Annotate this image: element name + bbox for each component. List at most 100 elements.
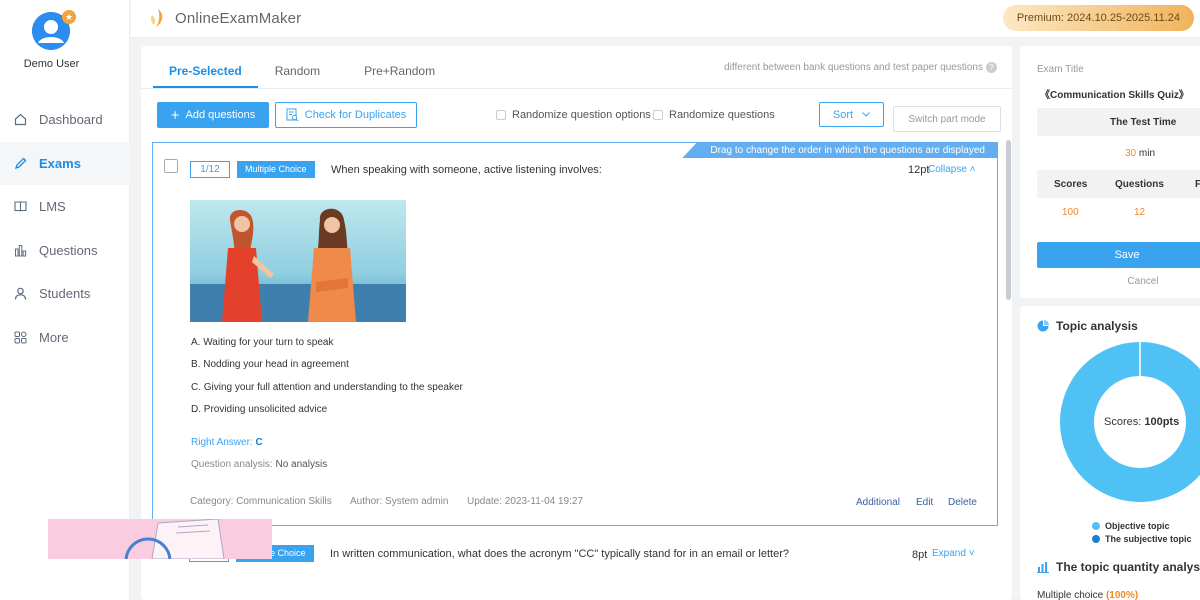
diff-note[interactable]: different between bank questions and tes… [724, 62, 997, 73]
document-search-icon [286, 108, 299, 122]
option-a: A. Waiting for your turn to speak [191, 337, 334, 348]
book-icon [13, 200, 27, 214]
randomize-options-checkbox[interactable]: Randomize question options [496, 109, 651, 121]
option-d: D. Providing unsolicited advice [191, 404, 328, 415]
scores-header-row: Scores Questions F [1037, 170, 1200, 198]
sidebar-item-label: More [39, 329, 69, 345]
legend-objective[interactable]: Objective topic [1092, 521, 1170, 531]
question-panel: Pre-Selected Random Pre+Random different… [141, 46, 1012, 600]
home-icon [13, 113, 27, 127]
option-c: C. Giving your full attention and unders… [191, 382, 463, 393]
diff-note-text: different between bank questions and tes… [724, 62, 983, 73]
legend-subjective[interactable]: The subjective topic [1092, 534, 1192, 544]
add-questions-button[interactable]: + Add questions [157, 102, 269, 128]
question-analysis: Question analysis: No analysis [191, 459, 327, 470]
exam-title-label: Exam Title [1037, 64, 1084, 75]
topic-analysis-label: Topic analysis [1056, 319, 1138, 333]
sidebar-item-dashboard[interactable]: Dashboard [0, 98, 130, 142]
save-button[interactable]: Save [1037, 242, 1200, 268]
question-text: When speaking with someone, active liste… [331, 164, 602, 176]
legend-objective-label: Objective topic [1105, 521, 1170, 531]
sidebar-item-students[interactable]: Students [0, 272, 130, 316]
scrollbar[interactable] [1006, 140, 1011, 300]
legend-subjective-label: The subjective topic [1105, 534, 1192, 544]
check-duplicates-label: Check for Duplicates [304, 109, 407, 121]
sidebar: ★ Demo User Dashboard Exams LMS Question… [0, 0, 130, 600]
checkbox-box[interactable] [653, 110, 663, 120]
bar-chart-icon [1037, 561, 1049, 573]
right-answer: Right Answer: C [191, 437, 263, 448]
extra-header: F [1195, 179, 1200, 190]
app-name: OnlineExamMaker [175, 9, 302, 27]
analysis-panel: Topic analysis Scores: 100pts Objective … [1020, 306, 1200, 600]
question-select-checkbox[interactable] [164, 159, 178, 173]
tab-pre-random[interactable]: Pre+Random [348, 46, 451, 88]
randomize-questions-checkbox[interactable]: Randomize questions [653, 109, 775, 121]
expand-label: Expand [932, 548, 966, 559]
help-icon[interactable]: ? [986, 62, 997, 73]
sidebar-item-label: LMS [39, 199, 66, 215]
tab-pre-selected[interactable]: Pre-Selected [153, 46, 258, 88]
question-update: Update: 2023-11-04 19:27 [467, 496, 584, 507]
add-questions-label: Add questions [185, 109, 256, 121]
scores-value: 100 [1062, 207, 1079, 218]
tab-random[interactable]: Random [258, 46, 348, 88]
avatar[interactable]: ★ [32, 10, 76, 52]
checkbox-box[interactable] [496, 110, 506, 120]
drag-hint-banner: Drag to change the order in which the qu… [682, 143, 997, 158]
bar-chart-icon [13, 243, 27, 257]
check-duplicates-button[interactable]: Check for Duplicates [275, 102, 417, 128]
sidebar-nav: Dashboard Exams LMS Questions Students M… [0, 98, 130, 359]
test-time-header: The Test Time [1037, 108, 1200, 136]
sidebar-item-label: Exams [39, 155, 81, 171]
sidebar-item-label: Questions [39, 242, 98, 258]
delete-link[interactable]: Delete [948, 497, 977, 508]
additional-link[interactable]: Additional [856, 497, 900, 508]
questions-value: 12 [1134, 207, 1146, 218]
multiple-choice-pct: (100%) [1105, 590, 1139, 600]
user-name: Demo User [23, 58, 80, 70]
sidebar-item-exams[interactable]: Exams [0, 141, 130, 185]
right-answer-label: Right Answer: [191, 437, 253, 448]
premium-badge[interactable]: Premium: 2024.10.25-2025.11.24 [1002, 5, 1194, 31]
question-author: Author: System admin [350, 496, 449, 507]
sidebar-item-label: Students [39, 286, 91, 302]
donut-center-label: Scores: 100pts [1104, 416, 1179, 428]
multiple-choice-stat: Multiple choice (100%) [1037, 590, 1138, 600]
exam-title: 《Communication Skills Quiz》 [1040, 90, 1189, 101]
test-time-value: 30 min [1125, 148, 1155, 159]
tabs: Pre-Selected Random Pre+Random [153, 46, 451, 88]
sidebar-item-lms[interactable]: LMS [0, 185, 130, 229]
sidebar-item-more[interactable]: More [0, 316, 130, 360]
question-number-badge: 1/12 [190, 161, 230, 178]
question-illustration [190, 200, 406, 322]
tab-divider [141, 88, 1012, 89]
scores-header: Scores [1054, 179, 1088, 190]
sort-button[interactable]: Sort [819, 102, 884, 127]
expand-link[interactable]: Expand ˅ [932, 548, 975, 559]
collapse-link[interactable]: Collapse ˄ [928, 164, 976, 175]
analysis-label: Question analysis: [191, 459, 273, 470]
quantity-analysis-title: The topic quantity analys [1037, 560, 1200, 574]
crown-icon: ★ [62, 10, 76, 24]
randomize-options-label: Randomize question options [512, 109, 651, 121]
plus-icon: + [170, 106, 180, 124]
sort-label: Sort [832, 108, 854, 121]
question-illustration [48, 519, 272, 559]
question-points: 8pt [912, 549, 928, 561]
sidebar-item-questions[interactable]: Questions [0, 229, 130, 273]
question-points: 12pt [908, 164, 930, 176]
logo-icon [149, 8, 167, 28]
app-logo[interactable]: OnlineExamMaker [149, 8, 301, 28]
question-card[interactable]: Drag to change the order in which the qu… [152, 142, 998, 526]
donut-center-value: 100pts [1144, 416, 1180, 428]
cancel-button[interactable]: Cancel [1037, 276, 1200, 287]
switch-part-mode-button[interactable]: Switch part mode [893, 106, 1001, 132]
time-unit: min [1138, 148, 1156, 159]
test-time-header-label: The Test Time [1110, 117, 1177, 128]
person-icon [13, 287, 27, 301]
chevron-down-icon: ˅ [965, 548, 975, 559]
edit-link[interactable]: Edit [916, 497, 933, 508]
analysis-value: No analysis [275, 459, 328, 470]
topic-analysis-title: Topic analysis [1037, 319, 1138, 333]
